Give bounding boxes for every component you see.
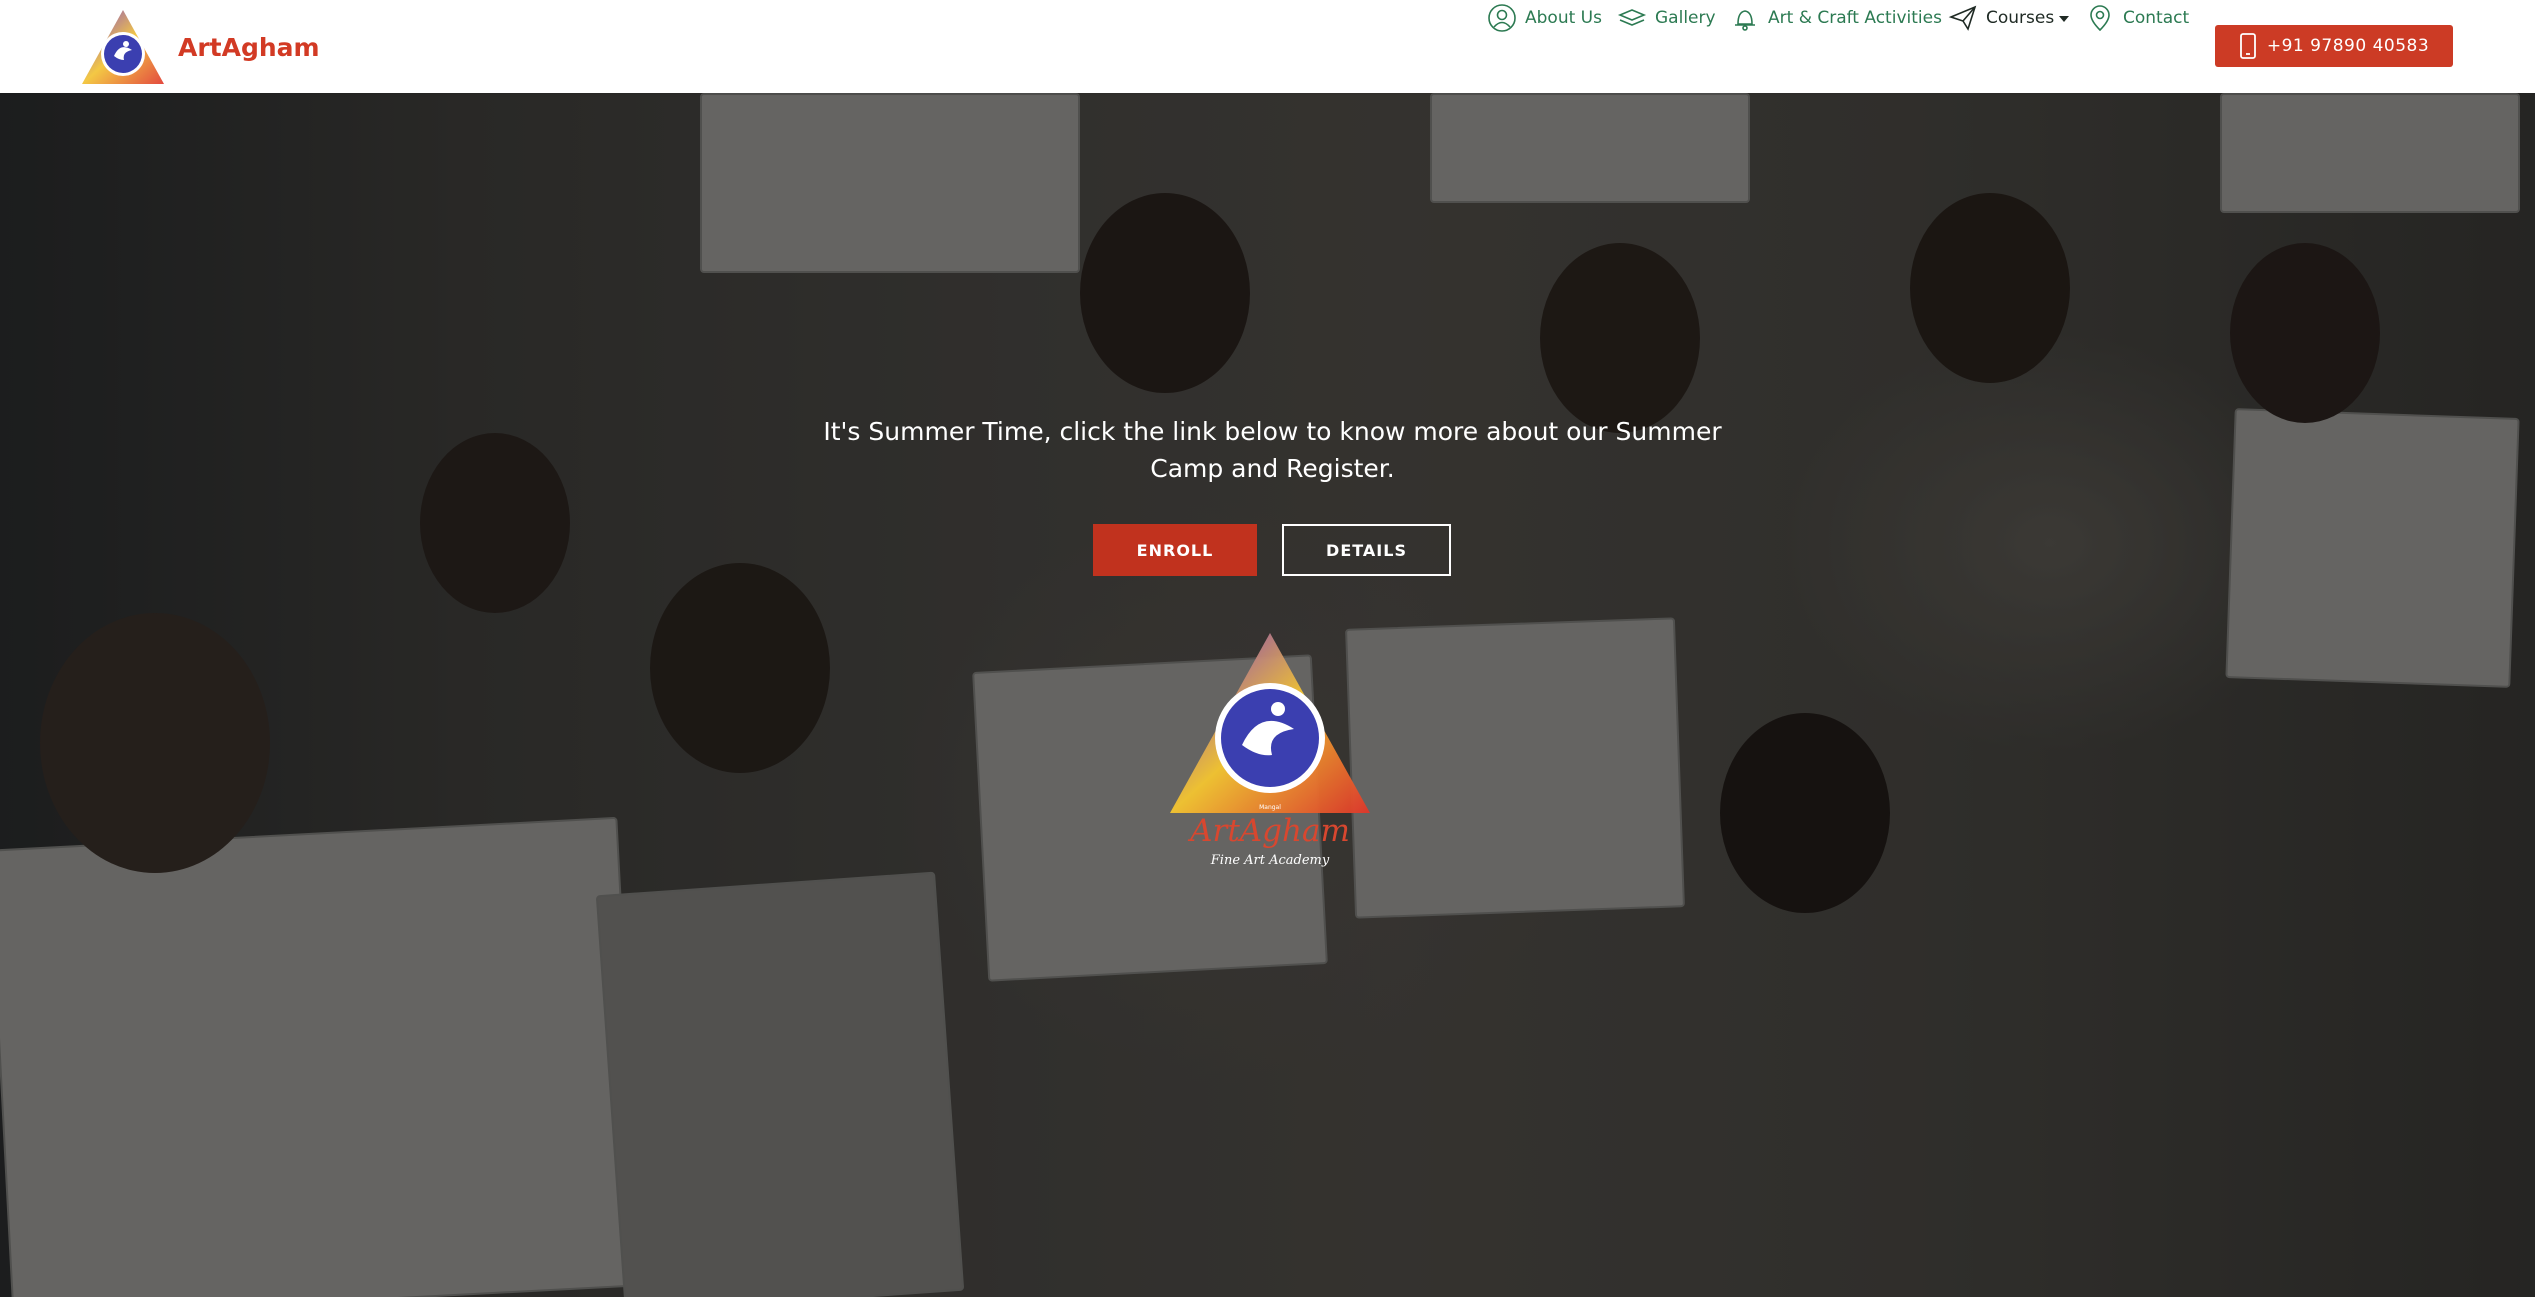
- gallery-icon: [1617, 3, 1647, 33]
- phone-button[interactable]: +91 97890 40583: [2215, 25, 2453, 67]
- enroll-button[interactable]: ENROLL: [1093, 524, 1257, 576]
- logo-subtitle: Fine Art Academy: [1210, 853, 1330, 868]
- nav-contact-label: Contact: [2123, 8, 2190, 28]
- nav-courses-label: Courses: [1986, 8, 2055, 28]
- site-header: ArtAgham About Us Gallery Art & Craft Ac…: [0, 0, 2535, 93]
- nav-art-craft-activities[interactable]: Art & Craft Activities: [1730, 0, 1942, 36]
- nav-about-us-label: About Us: [1525, 8, 1602, 28]
- brand-name: ArtAgham: [178, 32, 320, 62]
- paper-plane-icon: [1948, 3, 1978, 33]
- hero-message: It's Summer Time, click the link below t…: [823, 417, 1722, 483]
- nav-about-us[interactable]: About Us: [1487, 0, 1602, 36]
- hero-section: It's Summer Time, click the link below t…: [0, 93, 2535, 1297]
- location-pin-icon: [2085, 3, 2115, 33]
- bell-icon: [1730, 3, 1760, 33]
- chevron-down-icon: [2059, 16, 2070, 22]
- nav-courses[interactable]: Courses: [1948, 0, 2070, 36]
- details-button[interactable]: DETAILS: [1282, 524, 1451, 576]
- nav-gallery[interactable]: Gallery: [1617, 0, 1716, 36]
- nav-art-craft-label: Art & Craft Activities: [1768, 8, 1942, 28]
- artagham-logo-icon: [82, 10, 164, 84]
- phone-number-label: +91 97890 40583: [2266, 36, 2430, 56]
- logo-brand-text: ArtAgham: [1190, 813, 1350, 849]
- brand[interactable]: ArtAgham: [80, 8, 320, 86]
- nav-gallery-label: Gallery: [1655, 8, 1716, 28]
- user-icon: [1487, 3, 1517, 33]
- mobile-phone-icon: [2239, 33, 2257, 59]
- nav-contact[interactable]: Contact: [2085, 0, 2189, 36]
- logo-small-text: Mangal: [1259, 804, 1281, 811]
